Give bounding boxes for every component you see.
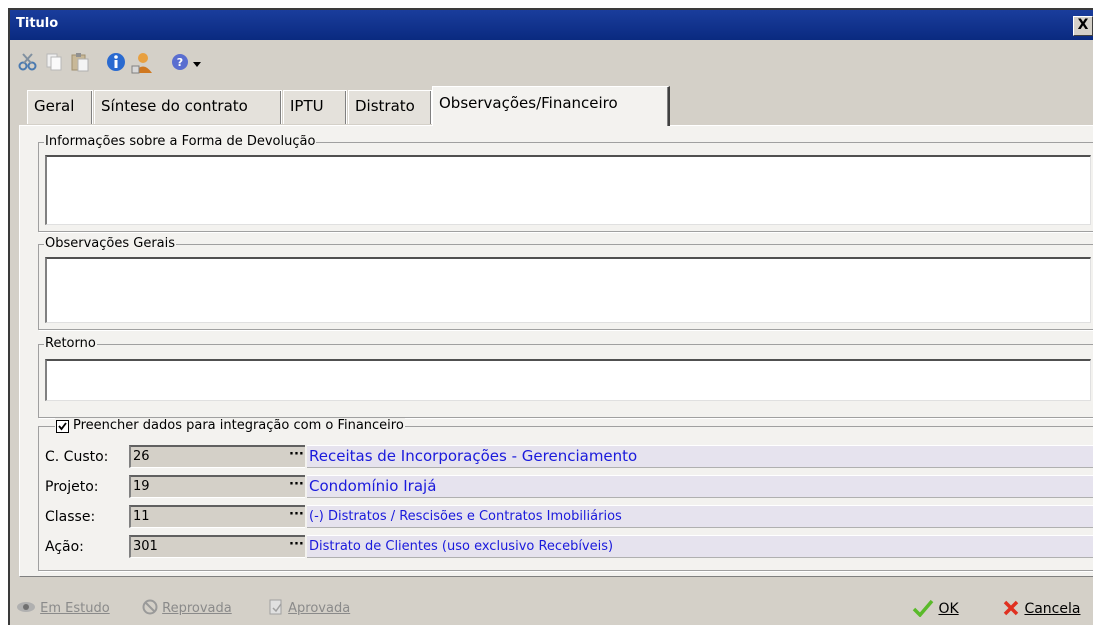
fin-row-projeto: Projeto: 19 ··· Condomínio Irajá [39,475,1093,499]
acao-label: Ação: [45,539,84,555]
tab-label: Síntese do contrato [101,97,248,115]
aprovada-label: Aprovada [288,601,351,616]
ccusto-lookup-button[interactable]: ··· [289,447,304,466]
user-icon[interactable] [130,52,154,78]
window-title: Titulo [16,16,59,31]
tab-panel: Informações sobre a Forma de Devolução O… [19,125,1093,577]
tab-geral[interactable]: Geral [27,90,93,124]
tab-label: Observações/Financeiro [439,94,618,112]
cut-icon[interactable] [18,52,38,76]
forbidden-icon [142,599,158,615]
devolucao-group: Informações sobre a Forma de Devolução [38,134,1093,232]
ccusto-label: C. Custo: [45,449,109,465]
checkmark-icon [58,421,67,430]
observacoes-group: Observações Gerais [38,236,1093,330]
reprovada-button[interactable]: Reprovada [142,599,232,616]
eye-icon [17,602,35,612]
acao-description: Distrato de Clientes (uso exclusivo Rece… [307,535,1093,558]
tab-distrato[interactable]: Distrato [348,90,432,124]
info-icon[interactable] [106,52,126,76]
reprovada-label: Reprovada [162,601,232,616]
svg-text:?: ? [177,56,183,69]
aprovada-button[interactable]: Aprovada [268,599,350,616]
ok-label: OK [938,601,959,617]
ok-button[interactable]: OK [912,599,959,618]
toolbar: ? [10,40,1093,80]
cancela-button[interactable]: Cancela [1002,599,1080,617]
cancela-label: Cancela [1024,601,1081,617]
financeiro-group: Preencher dados para integração com o Fi… [38,418,1093,571]
tab-iptu[interactable]: IPTU [283,90,347,124]
classe-code-input[interactable]: 11 [129,505,305,528]
fin-row-classe: Classe: 11 ··· (-) Distratos / Rescisões… [39,505,1093,529]
dialog-window: Titulo X ? Geral Síntese do contrato IPT… [8,8,1093,625]
tab-label: Geral [34,97,75,115]
em-estudo-label: Em Estudo [40,601,110,616]
dropdown-arrow-icon[interactable] [192,58,202,73]
financeiro-checkbox-label: Preencher dados para integração com o Fi… [73,418,404,433]
devolucao-textarea[interactable] [45,155,1091,225]
devolucao-label: Informações sobre a Forma de Devolução [44,134,317,150]
retorno-group: Retorno [38,336,1093,418]
em-estudo-button[interactable]: Em Estudo [16,599,110,616]
observacoes-textarea[interactable] [45,257,1091,323]
projeto-code-input[interactable]: 19 [129,475,305,498]
tab-observacoes-financeiro[interactable]: Observações/Financeiro [432,86,670,126]
classe-label: Classe: [45,509,96,525]
financeiro-checkbox-wrap[interactable]: Preencher dados para integração com o Fi… [55,418,405,434]
projeto-label: Projeto: [45,479,99,495]
close-button[interactable]: X [1073,16,1093,36]
classe-lookup-button[interactable]: ··· [289,507,304,526]
projeto-description: Condomínio Irajá [307,475,1093,498]
retorno-input[interactable] [45,359,1091,401]
classe-description: (-) Distratos / Rescisões e Contratos Im… [307,505,1093,528]
checkmark-icon [912,599,934,618]
status-bar: Em Estudo Reprovada Aprovada OK Cancela [10,587,1093,625]
ccusto-code-input[interactable]: 26 [129,445,305,468]
acao-lookup-button[interactable]: ··· [289,537,304,556]
fin-row-ccusto: C. Custo: 26 ··· Receitas de Incorporaçõ… [39,445,1093,469]
tab-strip: Geral Síntese do contrato IPTU Distrato … [10,80,1093,126]
title-bar: Titulo X [10,10,1093,40]
ccusto-description: Receitas de Incorporações - Gerenciament… [307,445,1093,468]
projeto-lookup-button[interactable]: ··· [289,477,304,496]
cancel-x-icon [1003,600,1019,616]
help-icon[interactable]: ? [170,52,190,76]
retorno-label: Retorno [44,336,97,352]
tab-sintese[interactable]: Síntese do contrato [94,90,282,124]
fin-row-acao: Ação: 301 ··· Distrato de Clientes (uso … [39,535,1093,559]
copy-icon[interactable] [44,52,64,76]
financeiro-checkbox[interactable] [56,419,69,433]
close-icon: X [1077,17,1089,33]
paste-icon[interactable] [70,52,90,76]
observacoes-label: Observações Gerais [44,236,177,252]
acao-code-input[interactable]: 301 [129,535,305,558]
tab-label: Distrato [355,97,415,115]
tab-label: IPTU [290,97,324,115]
document-icon [269,599,282,615]
